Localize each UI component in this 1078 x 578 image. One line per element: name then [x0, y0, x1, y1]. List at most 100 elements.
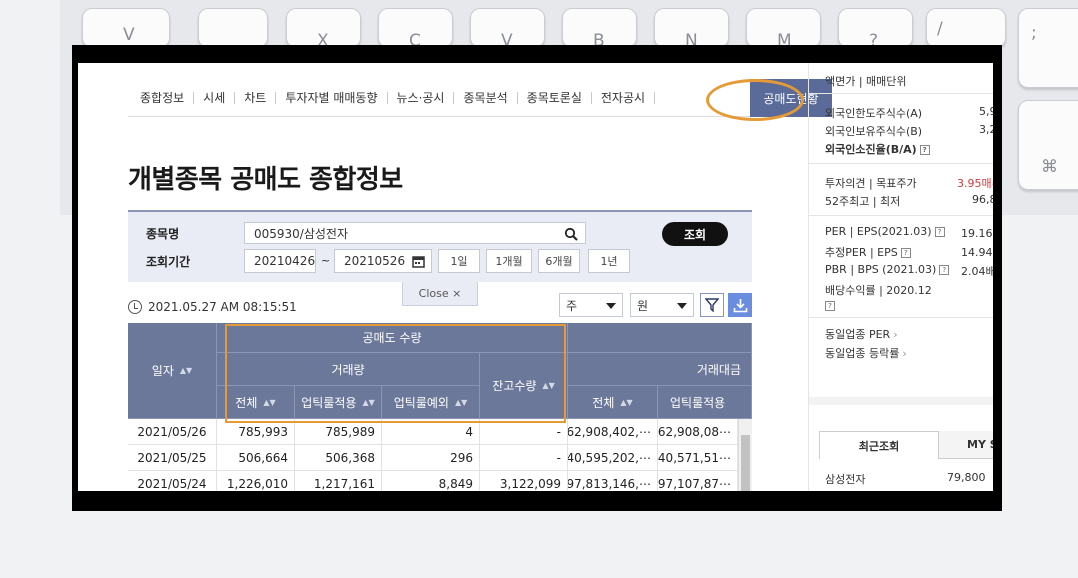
sort-icon: ▲▼: [362, 397, 375, 407]
sort-icon: ▲▼: [454, 397, 468, 407]
stock-info-sidebar: 액면가 | 매매단위 외국인한도주식수(A) 5,9 외국인보유주식수(B) 3…: [808, 63, 993, 491]
tab-discussion[interactable]: 종목토론실: [518, 91, 592, 104]
side-foreign-hold-value: 3,2: [979, 123, 993, 136]
section-gap: [809, 397, 993, 405]
col-header-trade-qty-label: 거래량: [331, 362, 365, 377]
help-icon[interactable]: ?: [934, 227, 945, 237]
col-header-blank: [568, 323, 752, 353]
tab-chart[interactable]: 차트: [235, 91, 277, 104]
keyboard-key: N: [654, 8, 729, 51]
col-header-total2-label: 전체: [592, 395, 615, 410]
col-header-uptick-label: 업틱룰적용: [301, 395, 357, 410]
tab-news[interactable]: 뉴스·공시: [388, 91, 455, 104]
table-cell: -: [480, 419, 568, 445]
date-from-value: 20210426: [254, 254, 316, 268]
tab-investor-trend[interactable]: 투자자별 매매동향: [276, 91, 388, 104]
date-from-input[interactable]: 20210426: [244, 249, 316, 273]
tab-my-stocks[interactable]: MY S: [939, 431, 993, 459]
divider: [809, 215, 993, 216]
chevron-down-icon: [677, 303, 687, 309]
keyboard-key: V: [470, 8, 545, 51]
period-1year-button[interactable]: 1년: [588, 249, 630, 273]
table-cell: -: [480, 445, 568, 471]
table-cell: 506,664: [217, 445, 295, 471]
keyboard-key: ?: [838, 8, 913, 51]
col-header-uptick-exempt[interactable]: 업틱룰예외 ▲▼: [382, 386, 480, 419]
table-cell: 1,226,010: [217, 471, 295, 491]
search-icon[interactable]: [564, 227, 578, 241]
stock-nav-tabs: 종합정보 시세 차트 투자자별 매매동향 뉴스·공시 종목분석 종목토론실 전자…: [128, 79, 832, 117]
side-sector-change-link[interactable]: 동일업종 등락률 ›: [825, 345, 907, 361]
period-1month-button[interactable]: 1개월: [486, 249, 532, 273]
keyboard-key: V: [82, 8, 170, 48]
col-header-date[interactable]: 일자 ▲▼: [128, 323, 217, 419]
submit-button[interactable]: 조회: [662, 222, 728, 246]
tab-summary[interactable]: 종합정보: [128, 91, 195, 104]
calendar-icon[interactable]: [412, 255, 425, 268]
side-per-value: 19.16배: [961, 227, 993, 240]
side-foreign-ratio-label: 외국인소진율(B/A)?: [825, 141, 930, 157]
timestamp: 2021.05.27 AM 08:15:51: [128, 300, 297, 314]
keyboard-key: X: [286, 8, 361, 51]
side-pbr-bps-label: PBR | BPS (2021.03)?: [825, 263, 950, 276]
help-icon[interactable]: ?: [919, 145, 930, 155]
side-foreign-limit-label: 외국인한도주식수(A): [825, 107, 923, 120]
help-icon[interactable]: ?: [825, 301, 835, 311]
chevron-right-icon: ›: [902, 347, 907, 360]
keyboard-key: C: [378, 8, 453, 51]
recent-stock-price: 79,800: [947, 471, 986, 484]
stock-input[interactable]: 005930/삼성전자: [244, 222, 586, 244]
divider: [809, 93, 993, 94]
col-header-uptick[interactable]: 업틱룰적용 ▲▼: [295, 386, 382, 419]
side-52w-label: 52주최고 | 최저: [825, 195, 901, 208]
side-face-value-label: 액면가 | 매매단위: [825, 75, 907, 88]
table-scrollbar[interactable]: [738, 419, 752, 491]
filter-button[interactable]: [700, 293, 724, 317]
tab-disclosure[interactable]: 전자공시: [592, 91, 656, 104]
tab-recent[interactable]: 최근조회: [819, 431, 939, 459]
col-header-uptick2[interactable]: 업틱룰적용: [658, 386, 752, 419]
help-icon[interactable]: ?: [939, 265, 950, 275]
unit-share-select[interactable]: 주: [559, 293, 623, 317]
table-cell: 785,989: [295, 419, 382, 445]
unit-currency-select[interactable]: 원: [630, 293, 694, 317]
close-tooltip-button[interactable]: Close ×: [402, 282, 478, 306]
side-opinion-value: 3.95매수: [957, 177, 993, 190]
sort-icon: ▲▼: [542, 381, 555, 390]
divider: [809, 317, 993, 318]
side-per-eps-label: PER | EPS(2021.03)?: [825, 225, 945, 238]
download-icon: [733, 298, 747, 312]
tab-analysis[interactable]: 종목분석: [454, 91, 518, 104]
help-icon[interactable]: ?: [900, 248, 911, 258]
table-row-date: 2021/05/26: [128, 419, 217, 445]
col-header-trade-amt-label: 거래대금: [696, 362, 741, 377]
side-sector-per-link[interactable]: 동일업종 PER ›: [825, 326, 898, 342]
side-dividend-help: ?: [825, 299, 835, 312]
side-pbr-bps-text: PBR | BPS (2021.03): [825, 263, 937, 276]
table-cell: 62,908,08⋯: [658, 419, 738, 445]
col-header-balance[interactable]: 잔고수량 ▲▼: [480, 353, 568, 419]
stock-input-value: 005930/삼성전자: [254, 226, 349, 241]
scrollbar-thumb[interactable]: [741, 435, 750, 491]
side-52w-value: 96,8: [972, 193, 993, 206]
col-header-total[interactable]: 전체 ▲▼: [217, 386, 295, 419]
recent-stock-name[interactable]: 삼성전자: [825, 471, 865, 487]
tab-price[interactable]: 시세: [194, 91, 236, 104]
sort-icon: ▲▼: [620, 397, 633, 407]
sort-icon: ▲▼: [263, 397, 276, 407]
side-dividend-label: 배당수익률 | 2020.12: [825, 284, 932, 297]
col-header-total2[interactable]: 전체 ▲▼: [568, 386, 658, 419]
col-header-short-qty: 공매도 수량: [217, 323, 568, 353]
period-6month-button[interactable]: 6개월: [538, 249, 580, 273]
table-cell: 40,595,202,⋯: [568, 445, 658, 471]
filter-icon: [705, 298, 719, 312]
period-1day-button[interactable]: 1일: [438, 249, 480, 273]
table-cell: 97,107,87⋯: [658, 471, 738, 491]
keyboard-key: /: [926, 8, 1006, 48]
col-header-uptick-exempt-label: 업틱룰예외: [393, 395, 449, 410]
chevron-down-icon: [606, 303, 616, 309]
col-header-balance-label: 잔고수량: [492, 379, 537, 393]
download-button[interactable]: [728, 293, 752, 317]
keyboard-key: M: [746, 8, 821, 51]
date-to-input[interactable]: 20210526: [334, 249, 432, 273]
